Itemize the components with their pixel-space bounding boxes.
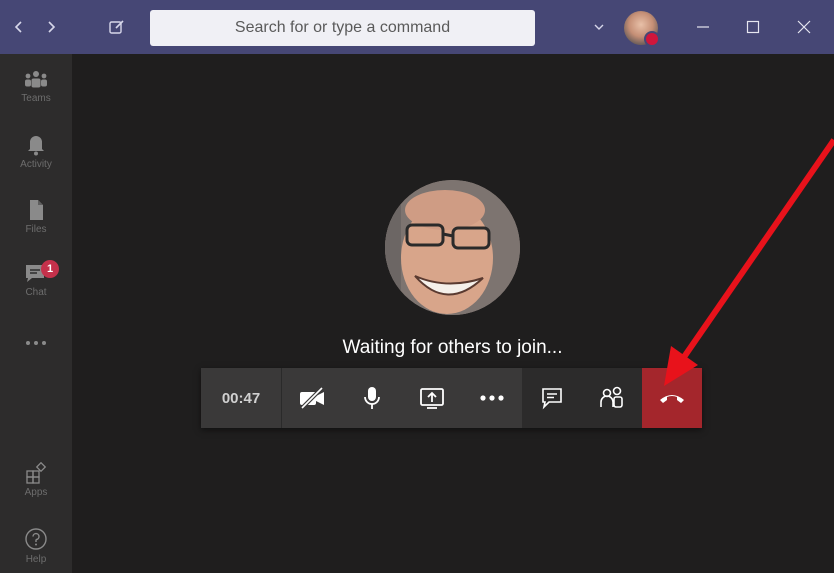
caller-avatar: [385, 180, 520, 315]
waiting-status-text: Waiting for others to join...: [342, 337, 563, 358]
rail-label-chat: Chat: [25, 287, 47, 298]
rail-item-activity[interactable]: Activity: [0, 134, 72, 170]
microphone-toggle-button[interactable]: [342, 368, 402, 428]
minimize-button[interactable]: [688, 12, 718, 42]
apps-icon: [26, 462, 47, 484]
call-timer: 00:47: [201, 368, 282, 428]
rail-label-help: Help: [25, 554, 47, 565]
file-icon: [30, 200, 43, 220]
chat-conversation-icon: [542, 388, 562, 410]
rail-item-apps[interactable]: Apps: [0, 462, 72, 498]
hang-up-icon: [660, 395, 684, 403]
presence-busy-icon: [644, 31, 660, 47]
chevron-down-icon: [594, 24, 604, 30]
profile-menu-button[interactable]: [584, 12, 614, 42]
participants-icon: [600, 386, 623, 408]
help-icon: [25, 528, 47, 550]
microphone-icon: [364, 387, 380, 409]
title-bar: Search for or type a command: [0, 0, 834, 54]
caller-photo: [385, 180, 520, 315]
bell-icon: [28, 136, 44, 156]
teams-icon: [25, 71, 47, 88]
camera-off-icon: [300, 387, 324, 409]
rail-label-apps: Apps: [24, 487, 48, 498]
rail-item-teams[interactable]: Teams: [0, 70, 72, 104]
rail-item-files[interactable]: Files: [0, 199, 72, 235]
share-screen-button[interactable]: [402, 368, 462, 428]
close-button[interactable]: [789, 12, 819, 42]
user-avatar[interactable]: [624, 11, 660, 47]
minimize-icon: [697, 26, 709, 28]
new-chat-button[interactable]: [102, 12, 132, 42]
rail-item-more[interactable]: [0, 339, 72, 347]
rail-label-activity: Activity: [20, 159, 52, 170]
show-participants-button[interactable]: [582, 368, 642, 428]
more-actions-icon: [480, 395, 504, 401]
rail-label-files: Files: [25, 224, 47, 235]
app-rail: Teams Activity Files Chat 1 Apps Help: [0, 54, 72, 573]
maximize-button[interactable]: [738, 12, 768, 42]
close-icon: [797, 20, 811, 34]
rail-item-help[interactable]: Help: [0, 527, 72, 565]
compose-icon: [109, 20, 124, 34]
chevron-left-icon: [14, 21, 22, 33]
search-placeholder: Search for or type a command: [234, 19, 451, 36]
back-button[interactable]: [4, 12, 34, 42]
rail-label-teams: Teams: [21, 93, 51, 104]
more-icon: [26, 341, 46, 345]
maximize-icon: [746, 20, 760, 34]
rail-item-chat[interactable]: Chat 1: [0, 260, 72, 298]
share-screen-icon: [420, 388, 444, 409]
search-input[interactable]: Search for or type a command: [150, 10, 535, 46]
more-actions-button[interactable]: [462, 368, 522, 428]
call-controls-bar: 00:47: [201, 368, 702, 428]
forward-button[interactable]: [36, 12, 66, 42]
chevron-right-icon: [48, 21, 56, 33]
hang-up-button[interactable]: [642, 368, 702, 428]
camera-toggle-button[interactable]: [282, 368, 342, 428]
show-conversation-button[interactable]: [522, 368, 582, 428]
chat-unread-badge: 1: [41, 260, 59, 278]
